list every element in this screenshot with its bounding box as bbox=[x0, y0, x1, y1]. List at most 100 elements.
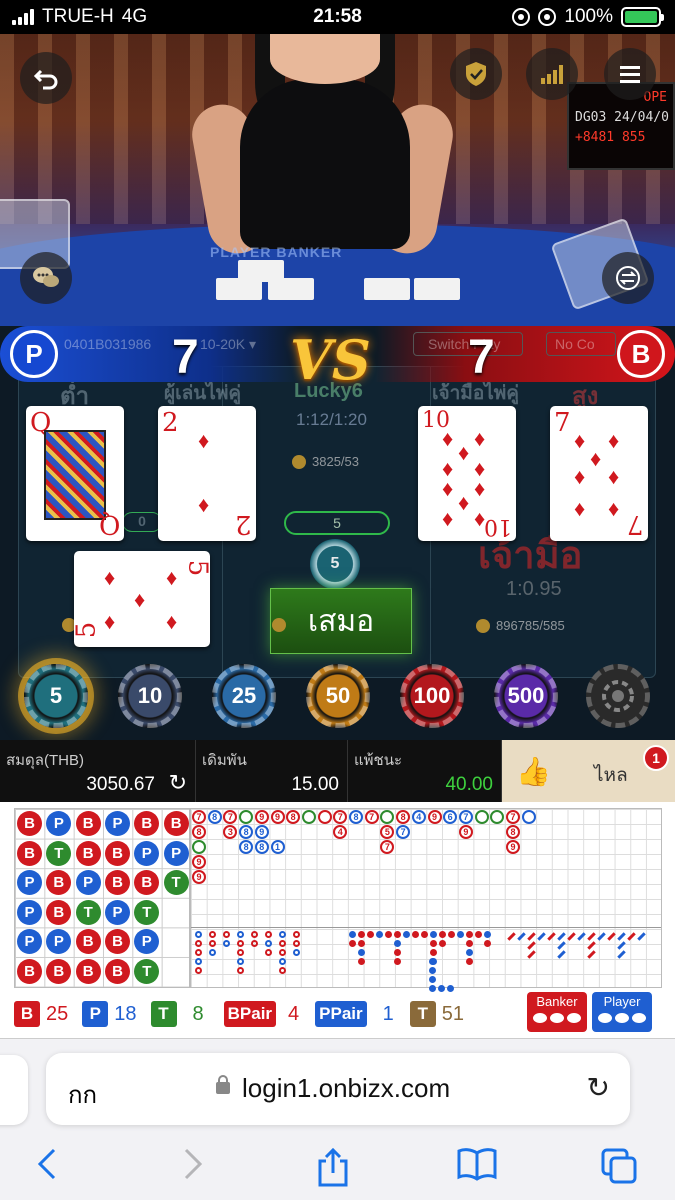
chat-button[interactable] bbox=[20, 252, 72, 304]
player-bet-count: 0 bbox=[122, 512, 162, 532]
bead-result: P bbox=[104, 811, 130, 836]
banker-count-badge: B bbox=[14, 1001, 40, 1027]
cockroach-road-mark bbox=[537, 932, 546, 941]
big-eye-mark bbox=[195, 967, 202, 974]
banker-stats: 896785/585 bbox=[476, 618, 565, 633]
big-eye-mark bbox=[293, 949, 300, 956]
bead-result: B bbox=[46, 899, 72, 925]
bead-result: T bbox=[75, 899, 101, 925]
like-button[interactable]: 👍 ไหล 1 bbox=[502, 740, 675, 802]
bet-cell: เดิมพัน 15.00 bbox=[196, 740, 348, 802]
no-commission-button[interactable]: No Co bbox=[546, 332, 616, 356]
big-eye-mark bbox=[251, 940, 258, 947]
chip-500[interactable]: 500 bbox=[494, 664, 558, 728]
previous-tab-preview[interactable] bbox=[0, 1055, 28, 1125]
cockroach-road-mark bbox=[627, 932, 636, 941]
swap-arrows-icon bbox=[616, 266, 640, 290]
small-road-mark bbox=[457, 931, 464, 938]
back-nav-button[interactable] bbox=[36, 1147, 58, 1190]
verified-button[interactable] bbox=[450, 48, 502, 100]
browser-toolbar: กก login1.onbizx.com ↻ bbox=[0, 1038, 675, 1200]
big-road-mark bbox=[474, 810, 489, 824]
big-road-mark: 6 bbox=[443, 810, 458, 824]
bead-result: B bbox=[75, 811, 101, 836]
bead-result: P bbox=[46, 929, 72, 955]
big-road-mark: 7 bbox=[506, 810, 520, 824]
bead-result: P bbox=[46, 811, 72, 836]
chip-25[interactable]: 25 bbox=[212, 664, 276, 728]
dealer bbox=[187, 34, 458, 264]
cockroach-road-mark bbox=[507, 932, 516, 941]
small-road-mark bbox=[429, 958, 436, 965]
lucky6-odds: 1:12/1:20 bbox=[296, 410, 367, 429]
chip-5[interactable]: 5 bbox=[24, 664, 88, 728]
signal-quality-button[interactable] bbox=[526, 48, 578, 100]
small-road-mark bbox=[421, 931, 428, 938]
bead-result: B bbox=[163, 811, 189, 836]
diamond-icon: ♦ bbox=[442, 506, 454, 531]
bead-result: T bbox=[163, 870, 189, 896]
player-card-2: 2 ♦ ♦ 2 bbox=[158, 406, 256, 541]
big-eye-mark bbox=[223, 940, 230, 947]
big-eye-mark bbox=[251, 931, 258, 938]
total-badge: T bbox=[409, 1001, 436, 1027]
big-eye-mark bbox=[237, 931, 244, 938]
switch-view-button[interactable] bbox=[602, 252, 654, 304]
bookmarks-button[interactable] bbox=[456, 1147, 498, 1190]
big-road-mark: 8 bbox=[506, 825, 520, 839]
balance-label: สมดุล(THB) bbox=[6, 752, 84, 769]
small-road-mark bbox=[466, 958, 473, 965]
big-eye-mark bbox=[209, 931, 216, 938]
tabs-button[interactable] bbox=[600, 1147, 638, 1194]
account-info-bar: สมดุล(THB) 3050.67 ↻ เดิมพัน 15.00 แพ้ชน… bbox=[0, 740, 675, 802]
reload-icon[interactable]: ↻ bbox=[587, 1071, 610, 1104]
tie-bet-button[interactable]: เสมอ bbox=[270, 588, 412, 654]
banker-predict-button[interactable]: Banker bbox=[527, 992, 587, 1032]
bead-result: P bbox=[75, 870, 101, 896]
small-road-mark bbox=[466, 940, 473, 947]
chip-100[interactable]: 100 bbox=[400, 664, 464, 728]
player-predict-button[interactable]: Player bbox=[592, 992, 652, 1032]
small-road-mark bbox=[438, 985, 445, 992]
diamond-icon: ♦ bbox=[474, 426, 486, 451]
bead-result: P bbox=[104, 899, 130, 925]
diamond-icon: ♦ bbox=[574, 496, 586, 521]
bead-result: P bbox=[134, 929, 160, 955]
chip-50[interactable]: 50 bbox=[306, 664, 370, 728]
big-road-mark: 5 bbox=[380, 825, 395, 839]
bead-result: P bbox=[17, 899, 42, 925]
bead-result: P bbox=[163, 840, 189, 866]
big-eye-mark bbox=[223, 931, 230, 938]
diamond-icon: ♦ bbox=[458, 440, 470, 465]
back-button[interactable] bbox=[20, 52, 72, 104]
lucky6-stats: 3825/53 bbox=[292, 454, 359, 469]
big-road-mark: 9 bbox=[427, 810, 442, 824]
address-bar[interactable]: กก login1.onbizx.com ↻ bbox=[46, 1053, 630, 1125]
cockroach-road-mark bbox=[527, 941, 536, 950]
share-button[interactable] bbox=[316, 1147, 350, 1196]
chip-10[interactable]: 10 bbox=[118, 664, 182, 728]
bet-limit-dropdown[interactable]: 10-20K ▾ bbox=[200, 336, 256, 353]
big-road-mark bbox=[490, 810, 505, 824]
menu-button[interactable] bbox=[604, 48, 656, 100]
big-road-mark: 9 bbox=[254, 825, 269, 839]
tie-count-badge: T bbox=[150, 1001, 177, 1027]
big-eye-mark bbox=[195, 958, 202, 965]
player-score: 7 bbox=[172, 331, 199, 384]
big-road-mark bbox=[380, 810, 395, 824]
small-road-mark bbox=[466, 931, 473, 938]
big-eye-mark bbox=[293, 940, 300, 947]
banker-card-1: 10 ♦ ♦ ♦ ♦ ♦ ♦ ♦ ♦ ♦ ♦ 10 bbox=[418, 406, 516, 541]
small-road-mark bbox=[430, 949, 437, 956]
page-settings-button[interactable]: กก bbox=[68, 1075, 97, 1114]
big-road-mark bbox=[521, 810, 536, 824]
game-board: ต่ำ ผู้เล่นไพ่คู่ Lucky6 1:12/1:20 3825/… bbox=[0, 326, 675, 740]
cockroach-road-mark bbox=[567, 932, 576, 941]
cockroach-road-mark bbox=[527, 932, 536, 941]
bead-result: B bbox=[75, 929, 101, 955]
forward-nav-button[interactable] bbox=[182, 1147, 204, 1190]
small-road-mark bbox=[358, 958, 365, 965]
bet-value: 15.00 bbox=[291, 774, 339, 795]
custom-chip-button[interactable] bbox=[586, 664, 650, 728]
refresh-balance-icon[interactable]: ↻ bbox=[169, 770, 187, 796]
